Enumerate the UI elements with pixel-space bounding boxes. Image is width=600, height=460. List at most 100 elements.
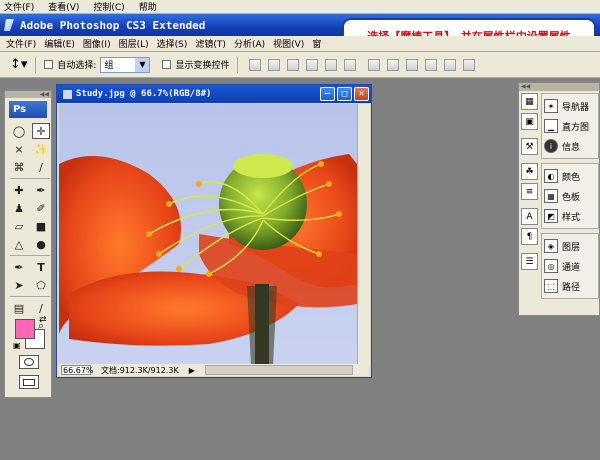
panel-channels[interactable]: ◎ 通道 bbox=[544, 256, 596, 276]
auto-select-checkbox[interactable] bbox=[44, 60, 54, 69]
zoom-level-field[interactable]: 66.67% bbox=[61, 365, 94, 375]
distribute-right-icon[interactable] bbox=[463, 58, 476, 71]
crop-tool-icon[interactable]: ⌘ bbox=[10, 159, 28, 175]
panel-group-layers: ◈ 图层 ◎ 通道 ⬚ 路径 bbox=[541, 233, 599, 299]
default-colors-icon[interactable]: ▣ bbox=[13, 341, 21, 350]
shape-tool-icon[interactable]: ⬠ bbox=[32, 277, 50, 293]
type-tool-icon[interactable]: T bbox=[32, 259, 50, 275]
eraser-tool-icon[interactable]: ▱ bbox=[10, 218, 28, 234]
distribute-vcenter-icon[interactable] bbox=[387, 58, 400, 71]
menu-filter[interactable]: 滤镜(T) bbox=[195, 37, 226, 50]
align-left-icon[interactable] bbox=[306, 58, 319, 71]
dodge-tool-icon[interactable]: ● bbox=[32, 236, 50, 252]
move-tool-icon[interactable]: ✛ bbox=[32, 123, 50, 139]
menu-analysis[interactable]: 分析(A) bbox=[234, 37, 265, 50]
panel-dock-grip[interactable]: ◀◀ bbox=[519, 83, 599, 91]
move-tool-preset-icon[interactable]: ↕▾ bbox=[10, 57, 27, 72]
panel-navigator-label: 导航器 bbox=[562, 102, 590, 113]
healing-brush-tool-icon[interactable]: ✚ bbox=[10, 182, 28, 198]
panel-dock: ◀◀ ▦ ▣ ⚒ ☘ ≡ A ¶ ☰ ✶ 导航器 ▁ 直方图 i 信息 ◐ 颜色 ▦ 色板… bbox=[518, 82, 600, 316]
host-menu-view[interactable]: 查看(V) bbox=[48, 0, 79, 13]
distribute-hcenter-icon[interactable] bbox=[444, 58, 457, 71]
dock-icon-7[interactable]: ¶ bbox=[521, 228, 538, 245]
menu-view[interactable]: 视图(V) bbox=[273, 37, 304, 50]
dock-icon-8[interactable]: ☰ bbox=[521, 253, 538, 270]
maximize-button[interactable]: □ bbox=[337, 87, 352, 101]
notes-tool-icon[interactable]: ▤ bbox=[10, 300, 28, 316]
status-menu-arrow-icon[interactable]: ▶ bbox=[189, 366, 195, 375]
host-menu-control[interactable]: 控制(C) bbox=[93, 0, 124, 13]
host-menu-bar: 文件(F) 查看(V) 控制(C) 帮助 bbox=[0, 0, 600, 14]
slice-tool-icon[interactable]: ∕ bbox=[32, 159, 50, 175]
vertical-scrollbar[interactable] bbox=[357, 104, 370, 366]
align-bottom-icon[interactable] bbox=[287, 58, 300, 71]
image-canvas[interactable] bbox=[59, 104, 357, 366]
history-brush-tool-icon[interactable]: ✐ bbox=[32, 200, 50, 216]
document-titlebar[interactable]: Study.jpg @ 66.7%(RGB/8#) – □ ✕ bbox=[57, 85, 371, 103]
clone-stamp-tool-icon[interactable]: ♟ bbox=[10, 200, 28, 216]
panel-navigator[interactable]: ✶ 导航器 bbox=[544, 96, 596, 116]
panel-histogram[interactable]: ▁ 直方图 bbox=[544, 116, 596, 136]
pen-tool-icon[interactable]: ✒ bbox=[10, 259, 28, 275]
panel-group-color: ◐ 颜色 ▦ 色板 ◩ 样式 bbox=[541, 163, 599, 229]
document-icon bbox=[63, 89, 72, 99]
menu-file[interactable]: 文件(F) bbox=[6, 37, 36, 50]
panel-swatches[interactable]: ▦ 色板 bbox=[544, 186, 596, 206]
screen-mode-button[interactable] bbox=[19, 375, 39, 389]
panel-color[interactable]: ◐ 颜色 bbox=[544, 166, 596, 186]
align-top-icon[interactable] bbox=[249, 58, 262, 71]
path-selection-tool-icon[interactable]: ➤ bbox=[10, 277, 28, 293]
menu-select[interactable]: 选择(S) bbox=[157, 37, 188, 50]
quick-mask-button[interactable] bbox=[19, 355, 39, 369]
panel-paths[interactable]: ⬚ 路径 bbox=[544, 276, 596, 296]
panel-styles[interactable]: ◩ 样式 bbox=[544, 206, 596, 226]
lasso-tool-icon[interactable]: ⨯ bbox=[10, 141, 28, 157]
dock-icon-6[interactable]: A bbox=[521, 208, 538, 225]
close-button[interactable]: ✕ bbox=[354, 87, 369, 101]
layers-icon: ◈ bbox=[544, 239, 558, 253]
panel-info[interactable]: i 信息 bbox=[544, 136, 596, 156]
toolbox-grip[interactable]: ◀◀ bbox=[5, 91, 51, 98]
distribute-left-icon[interactable] bbox=[425, 58, 438, 71]
gradient-tool-icon[interactable]: ■ bbox=[32, 218, 50, 234]
brush-tool-icon[interactable]: ✒ bbox=[32, 182, 50, 198]
marquee-tool-icon[interactable]: ◯ bbox=[10, 123, 28, 139]
minimize-icon: – bbox=[324, 89, 331, 99]
auto-select-dropdown[interactable]: 组 ▼ bbox=[100, 56, 151, 73]
magic-wand-tool-icon[interactable]: ✨ bbox=[32, 141, 50, 157]
host-menu-file[interactable]: 文件(F) bbox=[4, 0, 34, 13]
toolbox-logo: Ps bbox=[9, 101, 47, 118]
distribute-top-icon[interactable] bbox=[368, 58, 381, 71]
menu-layer[interactable]: 图层(L) bbox=[119, 37, 149, 50]
toolbox: ◀◀ Ps ◯ ✛ ⨯ ✨ ⌘ ∕ ✚ ✒ ♟ ✐ ▱ ■ △ ● ✒ T ➤ … bbox=[4, 90, 52, 398]
swap-colors-icon[interactable]: ⇄ bbox=[39, 315, 47, 325]
foreground-color-swatch[interactable] bbox=[15, 319, 35, 339]
dock-icon-3[interactable]: ⚒ bbox=[521, 138, 538, 155]
horizontal-scrollbar[interactable] bbox=[204, 365, 353, 375]
histogram-icon: ▁ bbox=[544, 119, 558, 133]
document-title: Study.jpg @ 66.7%(RGB/8#) bbox=[76, 89, 212, 99]
maximize-icon: □ bbox=[341, 89, 348, 99]
host-menu-help[interactable]: 帮助 bbox=[139, 0, 157, 13]
align-vcenter-icon[interactable] bbox=[268, 58, 281, 71]
dock-icon-4[interactable]: ☘ bbox=[521, 163, 538, 180]
panel-layers[interactable]: ◈ 图层 bbox=[544, 236, 596, 256]
info-icon: i bbox=[544, 139, 558, 153]
dock-icon-1[interactable]: ▦ bbox=[521, 93, 538, 110]
chevron-down-icon: ▼ bbox=[135, 57, 150, 72]
eyedropper-tool-icon[interactable]: ∕ bbox=[32, 300, 50, 316]
blur-tool-icon[interactable]: △ bbox=[10, 236, 28, 252]
close-icon: ✕ bbox=[358, 89, 365, 99]
distribute-bottom-icon[interactable] bbox=[406, 58, 419, 71]
menu-edit[interactable]: 编辑(E) bbox=[44, 37, 75, 50]
align-right-icon[interactable] bbox=[344, 58, 357, 71]
toolbox-divider bbox=[10, 255, 50, 256]
menu-window[interactable]: 窗 bbox=[312, 37, 321, 50]
dock-icon-5[interactable]: ≡ bbox=[521, 183, 538, 200]
align-hcenter-icon[interactable] bbox=[325, 58, 338, 71]
panel-styles-label: 样式 bbox=[562, 212, 581, 223]
dock-icon-2[interactable]: ▣ bbox=[521, 113, 538, 130]
show-transform-checkbox[interactable] bbox=[162, 60, 172, 69]
menu-image[interactable]: 图像(I) bbox=[83, 37, 111, 50]
minimize-button[interactable]: – bbox=[320, 87, 335, 101]
